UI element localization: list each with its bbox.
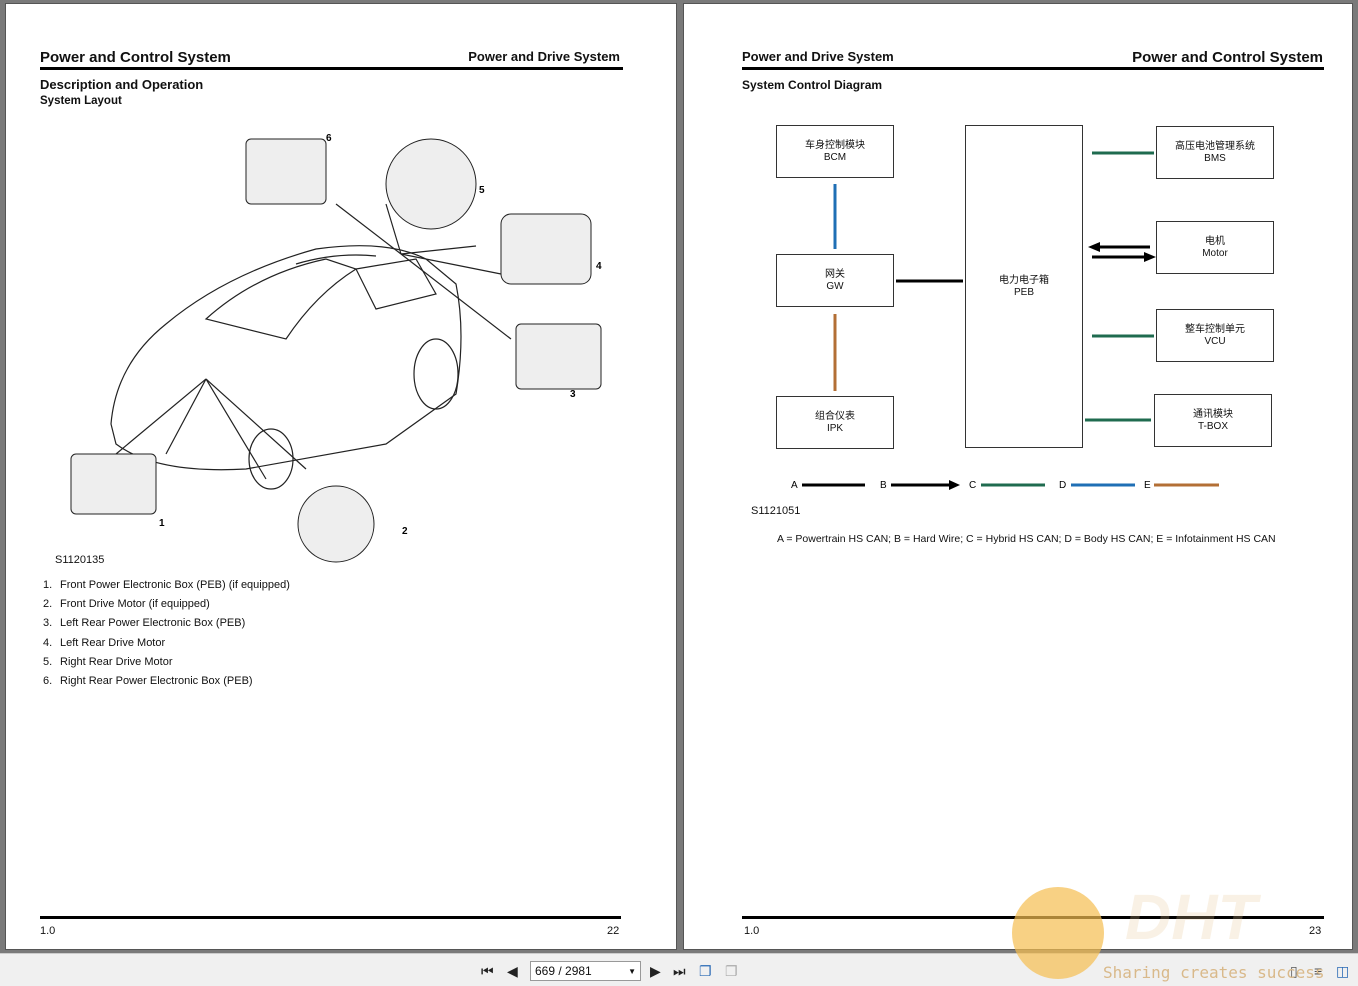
callout-3: 3 [570,389,576,400]
windshield [204,258,358,340]
watermark-tagline: Sharing creates success [1103,963,1325,982]
legend-item: 6. Right Rear Power Electronic Box (PEB) [43,674,253,687]
legend-item: 5. Right Rear Drive Motor [43,655,173,668]
legend-item: 4. Left Rear Drive Motor [43,636,166,649]
arrow-motor-to-peb [1088,242,1100,252]
peb-3 [515,323,602,390]
header-left: Power and Control System [40,49,231,66]
watermark-logo: DHT [1125,881,1257,953]
first-page-icon[interactable]: ⏮ [481,963,494,980]
system-layout-illustration: 1 2 3 4 5 6 [70,133,602,563]
arrow-peb-to-motor [1144,252,1156,262]
next-page-icon[interactable]: ▶ [650,963,661,980]
legend-key-a: A [791,480,798,491]
legend-key-e: E [1144,480,1151,491]
peb-6 [245,138,327,205]
motor-2 [297,485,375,563]
page-number: 23 [1309,925,1322,937]
last-page-icon[interactable]: ⏭ [673,963,686,980]
right-page: Power and Drive System Power and Control… [683,3,1353,950]
watermark-logo-circle [1012,887,1104,979]
figure-id: S1120135 [55,554,105,566]
callout-1: 1 [159,518,165,529]
prev-page-icon[interactable]: ◀ [507,963,518,980]
page-number: 22 [607,925,620,937]
legend-key-c: C [969,480,976,491]
peb-1 [70,453,157,515]
legend-list: 1. Front Power Electronic Box (PEB) (if e… [43,579,290,694]
diagram-connections: A B C D E [791,151,1219,491]
chevron-down-icon[interactable]: ▼ [628,967,636,976]
legend-item: 2. Front Drive Motor (if equipped) [43,598,210,611]
callout-5: 5 [479,185,485,196]
subsection-title: System Layout [40,95,122,107]
legend-item: 3. Left Rear Power Electronic Box (PEB) [43,617,246,630]
callout-6: 6 [326,133,332,144]
legend-key-b: B [880,480,887,491]
footer-version: 1.0 [40,925,56,937]
legend-item: 1. Front Power Electronic Box (PEB) (if e… [43,579,290,591]
two-page-view-icon[interactable]: ◫ [1336,963,1349,980]
callout-4: 4 [596,261,602,272]
callout-2: 2 [402,526,408,537]
section-title: Description and Operation [40,77,204,92]
motor-4 [500,213,592,285]
diagram-caption: A = Powertrain HS CAN; B = Hard Wire; C … [777,533,1276,545]
footer-version: 1.0 [744,925,760,937]
rotate-page-icon[interactable]: ❐ [699,963,712,980]
left-page: Power and Control System Power and Drive… [5,3,677,950]
motor-5 [385,138,477,230]
figure-id: S1121051 [751,505,801,517]
header-rule [40,67,623,70]
copy-page-icon[interactable]: ❐ [725,963,738,980]
footer-rule [40,916,621,919]
legend-key-d: D [1059,480,1066,491]
page-number-input[interactable]: 669 / 2981 ▼ [530,961,641,981]
header-right: Power and Drive System [468,49,620,64]
